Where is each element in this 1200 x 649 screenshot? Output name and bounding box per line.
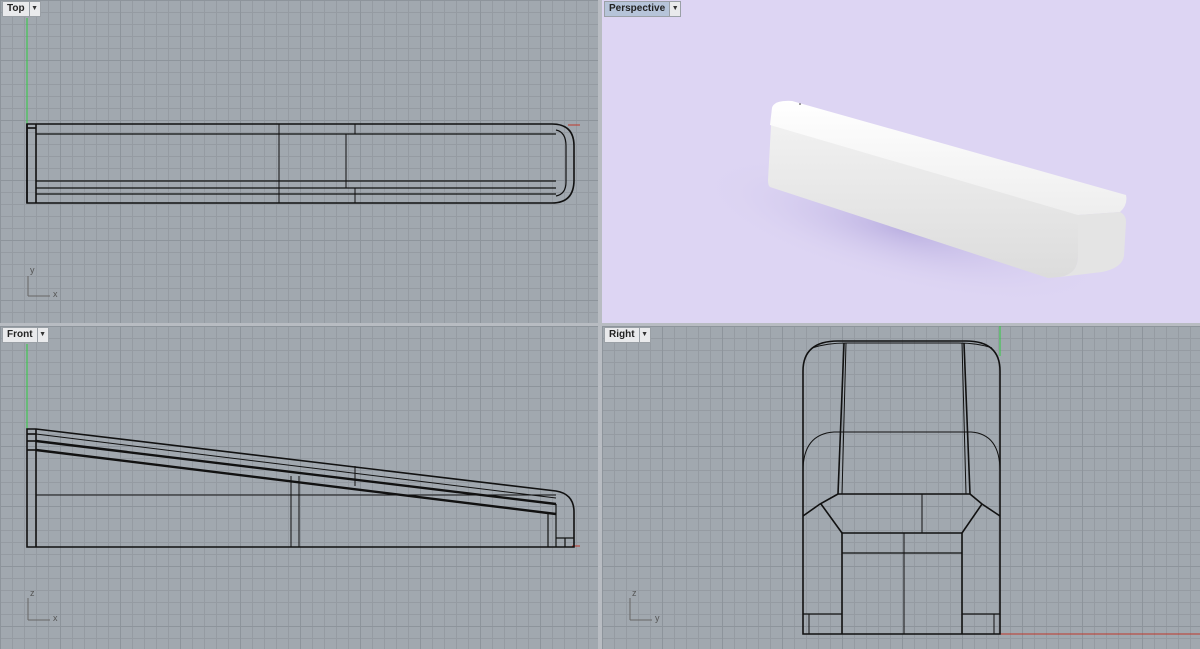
- viewport-right[interactable]: Right ▼ z y: [602, 326, 1200, 649]
- viewport-top[interactable]: Top ▼ y x: [0, 0, 598, 323]
- viewport-perspective[interactable]: Perspective ▼: [602, 0, 1200, 323]
- front-wireframe: z x: [26, 344, 580, 623]
- chevron-down-icon[interactable]: ▼: [37, 327, 49, 343]
- viewport-right-title[interactable]: Right: [604, 327, 640, 343]
- chevron-down-icon[interactable]: ▼: [670, 1, 682, 17]
- viewport-front-title[interactable]: Front: [2, 327, 38, 343]
- top-axis-h-label: x: [53, 289, 58, 299]
- viewport-top-title[interactable]: Top: [2, 1, 30, 17]
- viewport-perspective-title[interactable]: Perspective: [604, 1, 671, 17]
- right-axis-h-label: y: [655, 613, 660, 623]
- viewport-front[interactable]: Front ▼ z x: [0, 326, 598, 649]
- chevron-down-icon[interactable]: ▼: [639, 327, 651, 343]
- top-wireframe: y x: [26, 18, 580, 299]
- top-axis-v-label: y: [30, 265, 35, 275]
- chevron-down-icon[interactable]: ▼: [29, 1, 41, 17]
- perspective-render: [697, 100, 1127, 304]
- right-axis-v-label: z: [632, 588, 637, 598]
- viewport-perspective-label: Perspective ▼: [604, 1, 682, 17]
- viewport-top-label: Top ▼: [2, 1, 41, 17]
- viewport-front-label: Front ▼: [2, 327, 49, 343]
- viewport-right-label: Right ▼: [604, 327, 651, 343]
- right-wireframe: z y: [629, 326, 1200, 635]
- front-axis-v-label: z: [30, 588, 35, 598]
- front-axis-h-label: x: [53, 613, 58, 623]
